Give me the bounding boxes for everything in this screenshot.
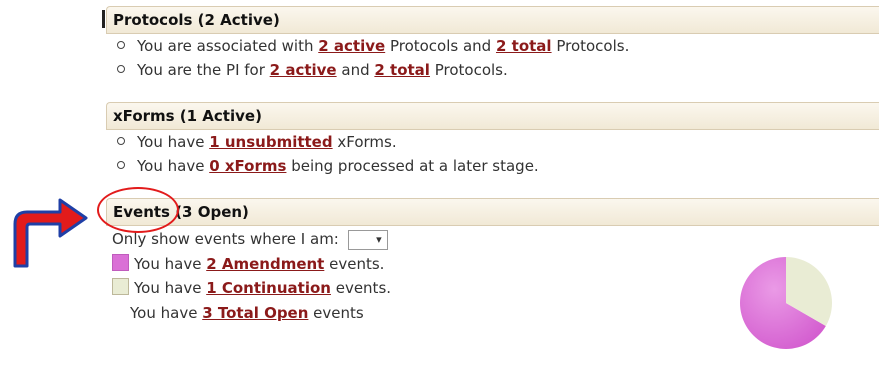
total-open-events-link[interactable]: 3 Total Open — [202, 304, 308, 322]
protocols-panel: Protocols (2 Active) You are associated … — [106, 6, 879, 82]
pi-active-link[interactable]: 2 active — [270, 61, 337, 79]
xforms-list: You have 1 unsubmitted xForms. You have … — [106, 130, 879, 178]
pi-total-link[interactable]: 2 total — [374, 61, 430, 79]
left-border — [102, 10, 105, 28]
continuation-events-link[interactable]: 1 Continuation — [206, 279, 331, 297]
processing-xforms-link[interactable]: 0 xForms — [209, 157, 286, 175]
amendment-swatch — [112, 254, 129, 271]
list-item: You are associated with 2 active Protoco… — [106, 34, 879, 58]
total-protocols-link[interactable]: 2 total — [496, 37, 552, 55]
annotation-arrow-icon — [13, 198, 88, 268]
xforms-panel: xForms (1 Active) You have 1 unsubmitted… — [106, 102, 879, 178]
list-item: You have 0 xForms being processed at a l… — [106, 154, 879, 178]
xforms-header: xForms (1 Active) — [106, 102, 879, 130]
continuation-swatch — [112, 278, 129, 295]
list-item: You have 1 unsubmitted xForms. — [106, 130, 879, 154]
bullet-icon — [117, 160, 125, 169]
bullet-icon — [117, 64, 125, 73]
list-item: You are the PI for 2 active and 2 total … — [106, 58, 879, 82]
role-filter-select[interactable] — [347, 229, 388, 250]
bullet-icon — [117, 136, 125, 145]
events-header: Events (3 Open) — [106, 198, 879, 226]
protocols-list: You are associated with 2 active Protoco… — [106, 34, 879, 82]
unsubmitted-xforms-link[interactable]: 1 unsubmitted — [209, 133, 332, 151]
annotation-circle — [97, 187, 179, 233]
events-filter-row: Only show events where I am: — [106, 226, 879, 252]
filter-label: Only show events where I am: — [112, 230, 339, 248]
bullet-icon — [117, 40, 125, 49]
events-pie-chart — [740, 257, 832, 349]
protocols-header: Protocols (2 Active) — [106, 6, 879, 34]
active-protocols-link[interactable]: 2 active — [318, 37, 385, 55]
amendment-events-link[interactable]: 2 Amendment — [206, 255, 324, 273]
